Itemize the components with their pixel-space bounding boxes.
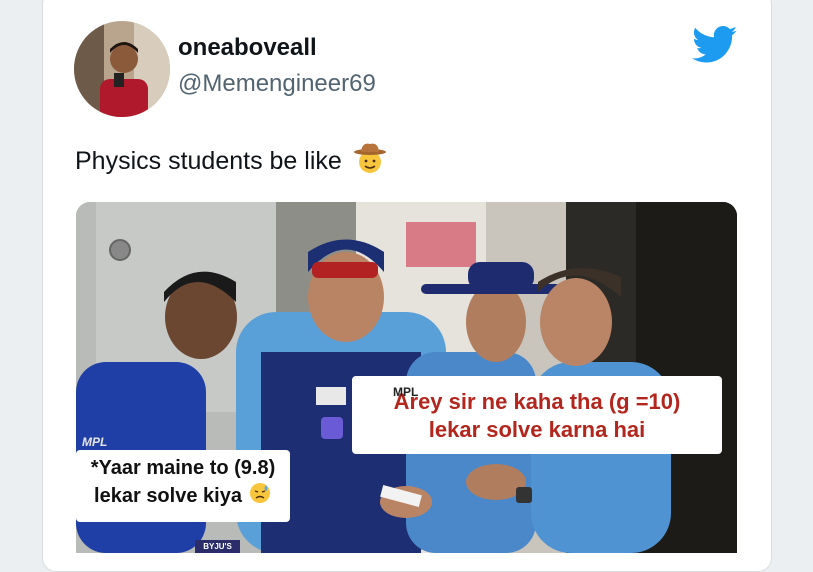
downcast-sweat-face-icon	[248, 481, 272, 512]
twitter-bird-icon	[692, 26, 738, 69]
cowboy-hat-face-icon	[352, 140, 388, 183]
watermark: BYJU'S	[195, 540, 240, 553]
display-name[interactable]: oneaboveall	[178, 34, 317, 62]
caption-left-line2: lekar solve kiya	[94, 485, 242, 507]
tweet-text-row: Physics students be like	[75, 140, 388, 183]
user-handle[interactable]: @Memengineer69	[178, 70, 376, 98]
caption-left-line1: *Yaar maine to (9.8)	[90, 457, 276, 479]
caption-right-line2: lekar solve karna hai	[428, 416, 646, 442]
jersey-text-left: MPL	[82, 435, 108, 449]
jersey-text: MPL	[393, 385, 419, 399]
avatar[interactable]	[74, 21, 170, 117]
tweet-text: Physics students be like	[75, 147, 342, 175]
caption-left: *Yaar maine to (9.8) lekar solve kiya	[76, 450, 290, 522]
caption-left-row2: lekar solve kiya	[76, 481, 290, 512]
